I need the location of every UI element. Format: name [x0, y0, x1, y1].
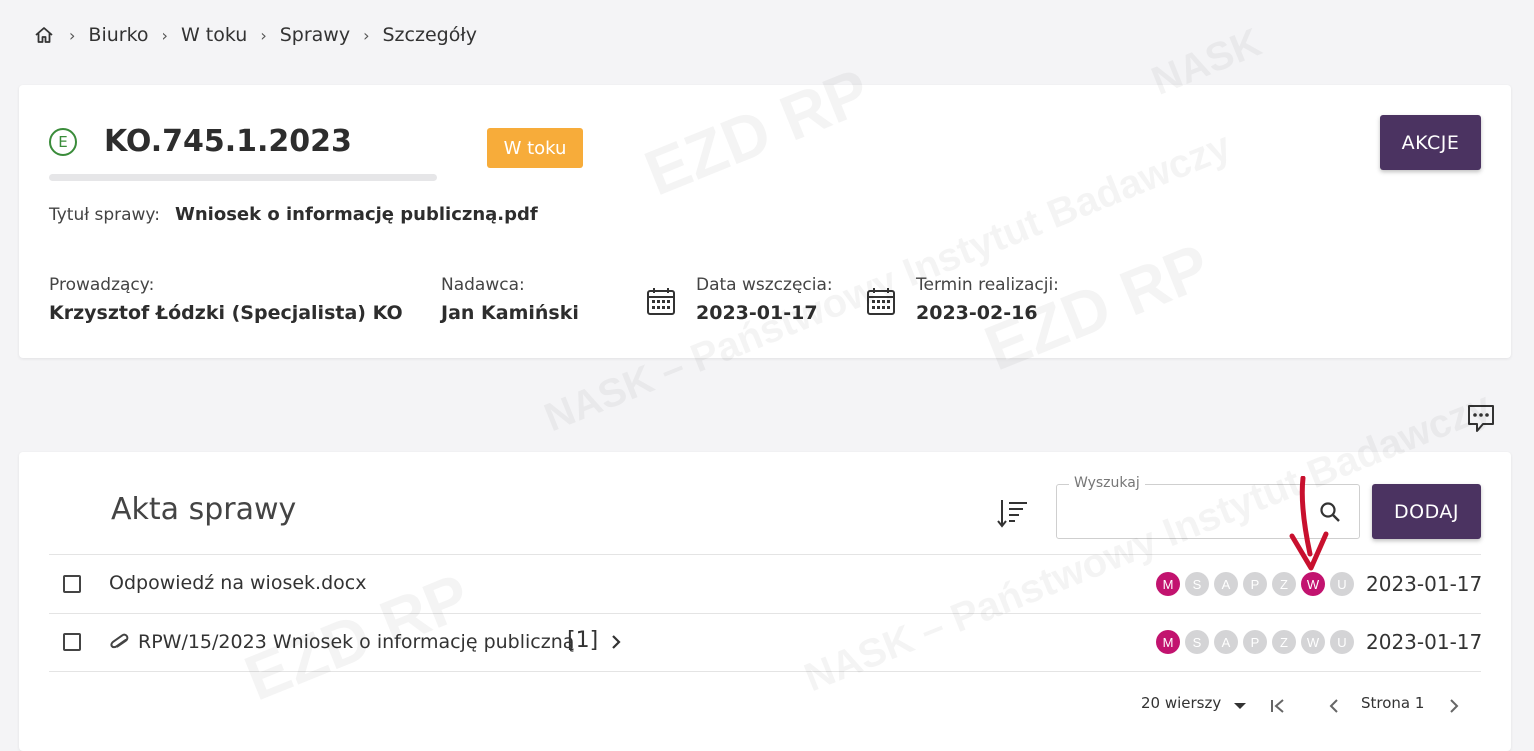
breadcrumb-separator: ›: [161, 25, 168, 45]
deadline-value: 2023-02-16: [916, 302, 1038, 324]
breadcrumb-item-sprawy[interactable]: Sprawy: [280, 24, 350, 46]
first-page-icon[interactable]: [1268, 696, 1288, 716]
home-icon[interactable]: [34, 24, 56, 46]
dropdown-arrow-icon[interactable]: [1230, 696, 1250, 716]
breadcrumb-item-w-toku[interactable]: W toku: [181, 24, 247, 46]
flag-p: P: [1243, 630, 1267, 654]
start-date-value: 2023-01-17: [696, 302, 818, 324]
breadcrumb-separator: ›: [69, 25, 76, 45]
case-type-icon: E: [49, 128, 77, 156]
breadcrumb-item-szczegoly: Szczegóły: [382, 24, 477, 46]
sort-icon[interactable]: [996, 496, 1030, 530]
status-badge: W toku: [487, 128, 583, 168]
flag-a: A: [1214, 572, 1238, 596]
case-title-label: Tytuł sprawy:: [49, 205, 160, 225]
flag-s: S: [1185, 572, 1209, 596]
previous-page-icon[interactable]: [1324, 696, 1344, 716]
comments-icon[interactable]: [1465, 402, 1497, 434]
file-name[interactable]: Odpowiedź na wiosek.docx: [109, 572, 366, 594]
actions-button[interactable]: AKCJE: [1380, 115, 1481, 170]
paperclip-icon: [108, 631, 132, 655]
sender-value: Jan Kamiński: [441, 302, 579, 324]
page-indicator: Strona 1: [1361, 694, 1425, 712]
status-flags: M S A P Z W U: [1156, 572, 1354, 596]
calendar-icon: [865, 285, 897, 317]
rows-per-page-select[interactable]: 20 wierszy: [1141, 694, 1221, 712]
search-label: Wyszukaj: [1069, 475, 1145, 491]
row-divider: [49, 554, 1481, 555]
case-title-value: Wniosek o informację publiczną.pdf: [175, 204, 538, 225]
row-divider: [49, 613, 1481, 614]
flag-a: A: [1214, 630, 1238, 654]
calendar-icon: [645, 285, 677, 317]
add-button[interactable]: DODAJ: [1372, 484, 1481, 539]
flag-m: M: [1156, 572, 1180, 596]
section-title: Akta sprawy: [111, 492, 297, 527]
file-name[interactable]: RPW/15/2023 Wniosek o informację publicz…: [138, 631, 574, 653]
flag-w: W: [1301, 572, 1325, 596]
search-input[interactable]: [1067, 499, 1307, 527]
flag-u: U: [1330, 630, 1354, 654]
flag-z: Z: [1272, 572, 1296, 596]
row-checkbox[interactable]: [63, 633, 81, 651]
flag-s: S: [1185, 630, 1209, 654]
annotation-arrow-icon: [1284, 475, 1334, 574]
breadcrumb-item-biurko[interactable]: Biurko: [88, 24, 148, 46]
flag-m: M: [1156, 630, 1180, 654]
file-date: 2023-01-17: [1366, 572, 1483, 596]
expand-chevron-icon[interactable]: [608, 633, 624, 651]
lead-label: Prowadzący:: [49, 275, 155, 295]
case-progress-bar: [49, 174, 437, 181]
breadcrumb: › Biurko › W toku › Sprawy › Szczegóły: [34, 22, 477, 48]
next-page-icon[interactable]: [1444, 696, 1464, 716]
case-number: KO.745.1.2023: [104, 124, 352, 159]
row-divider: [49, 671, 1481, 672]
lead-value: Krzysztof Łódzki (Specjalista) KO: [49, 302, 403, 324]
deadline-label: Termin realizacji:: [916, 275, 1059, 295]
attachment-count: [1]: [567, 628, 599, 653]
breadcrumb-separator: ›: [363, 25, 370, 45]
file-date: 2023-01-17: [1366, 630, 1483, 654]
start-date-label: Data wszczęcia:: [696, 275, 833, 295]
flag-z: Z: [1272, 630, 1296, 654]
row-checkbox[interactable]: [63, 575, 81, 593]
flag-u: U: [1330, 572, 1354, 596]
breadcrumb-separator: ›: [260, 25, 267, 45]
sender-label: Nadawca:: [441, 275, 525, 295]
flag-p: P: [1243, 572, 1267, 596]
flag-w: W: [1301, 630, 1325, 654]
status-flags: M S A P Z W U: [1156, 630, 1354, 654]
